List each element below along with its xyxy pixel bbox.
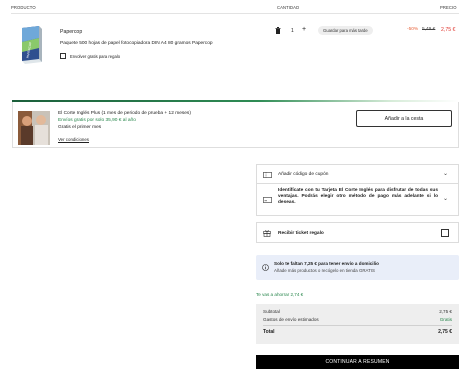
shipping-info-title: Solo te faltan 7,25 € para tener envío a…: [274, 261, 379, 266]
gift-wrap-checkbox[interactable]: [60, 53, 66, 59]
info-icon: [262, 264, 269, 271]
coupon-panel[interactable]: Añadir código de cupón ⌄: [256, 164, 459, 184]
card-identify-text: Identifícate con tu Tarjeta El Corte Ing…: [278, 188, 438, 206]
product-description[interactable]: Paquete 500 hojas de papel fotocopiadora…: [60, 41, 213, 46]
subtotal-label: Subtotal: [263, 309, 280, 314]
shipping-cost-value: Gratis: [439, 317, 452, 322]
gift-wrap-option[interactable]: Envolver gratis para regalo: [60, 53, 120, 59]
plus-offer-shipping: Envíos gratis por solo 35,90 € al año: [58, 118, 136, 123]
discount-badge: -50%: [407, 27, 419, 32]
quantity-plus-button[interactable]: +: [302, 26, 306, 33]
old-price: 5,49 €: [422, 27, 436, 32]
product-brand[interactable]: Papercop: [60, 29, 82, 35]
total-value: 2,75 €: [438, 329, 452, 335]
order-summary: Subtotal 2,75 € Gastos de envío estimado…: [256, 304, 459, 344]
product-image[interactable]: PAPERCOP: [19, 26, 45, 64]
card-panel[interactable]: Identifícate con tu Tarjeta El Corte Ing…: [256, 184, 459, 216]
summary-divider: [263, 325, 452, 326]
header-quantity: CANTIDAD: [277, 5, 300, 10]
gift-ticket-panel[interactable]: Recibir ticket regalo: [256, 222, 459, 243]
subtotal-value: 2,75 €: [439, 309, 452, 314]
plus-offer-image: [18, 111, 50, 145]
plus-offer-title: El Corte Inglés Plus (1 mes de periodo d…: [58, 111, 191, 116]
gift-ticket-checkbox[interactable]: [441, 229, 449, 237]
gift-icon: [263, 230, 271, 237]
savings-text: Te vas a ahorrar 2,74 €: [256, 292, 304, 297]
trash-icon[interactable]: [275, 27, 281, 34]
shipping-info-box: Solo te faltan 7,25 € para tener envío a…: [256, 255, 459, 280]
shipping-cost-label: Gastos de envío estimados: [263, 317, 319, 322]
card-icon: [263, 197, 272, 203]
plus-card-accent: [12, 100, 459, 102]
plus-offer-first-month: Gratis el primer mes: [58, 125, 102, 130]
quantity-value[interactable]: 1: [291, 28, 294, 34]
chevron-down-icon: ⌄: [443, 196, 449, 202]
chevron-down-icon: ⌄: [443, 171, 449, 177]
gift-ticket-label: Recibir ticket regalo: [278, 231, 324, 236]
total-label: Total: [263, 329, 275, 335]
header-divider: [11, 13, 459, 14]
coupon-icon: [263, 172, 272, 178]
current-price: 2,75 €: [441, 27, 456, 33]
plus-add-to-cart-button[interactable]: Añadir a la cesta: [356, 110, 452, 127]
coupon-label: Añadir código de cupón: [278, 172, 329, 177]
save-for-later-button[interactable]: Guardar para más tarde: [318, 26, 373, 35]
gift-wrap-label: Envolver gratis para regalo: [70, 53, 121, 59]
plus-conditions-link[interactable]: Ver condiciones: [58, 137, 89, 142]
header-price: PRECIO: [440, 5, 457, 10]
shipping-info-text: Añade más productos o recógelo en tienda…: [274, 268, 375, 273]
header-product: PRODUCTO: [11, 5, 36, 10]
continue-to-summary-button[interactable]: CONTINUAR A RESUMEN: [256, 355, 459, 369]
